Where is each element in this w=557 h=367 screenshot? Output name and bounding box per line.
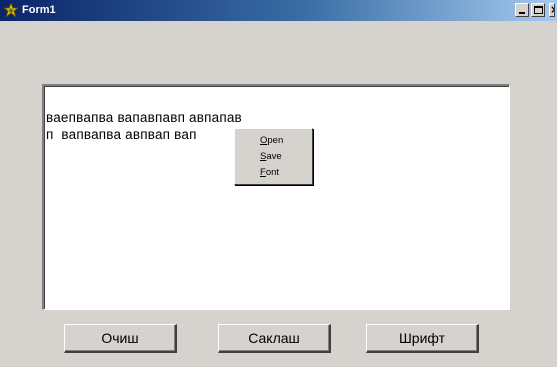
menu-item-font[interactable]: Font	[235, 165, 312, 181]
clear-button[interactable]: Очиш	[64, 324, 177, 353]
save-button[interactable]: Саклаш	[218, 324, 331, 353]
menu-item-open[interactable]: Open	[235, 133, 312, 149]
close-button[interactable]: ×	[549, 3, 555, 17]
window-title: Form1	[22, 4, 56, 16]
maximize-button[interactable]	[531, 3, 545, 17]
form-window: Form1 × ваепвапва вапавпавп авпапав п ва…	[0, 0, 557, 367]
close-icon: ×	[550, 4, 554, 16]
context-menu: Open Save Font	[234, 128, 313, 185]
minimize-icon	[519, 12, 525, 14]
memo-line-1: ваепвапва вапавпавп авпапав	[46, 110, 242, 125]
menu-item-save-label: ave	[266, 151, 282, 162]
menu-item-save[interactable]: Save	[235, 149, 312, 165]
app-icon[interactable]	[2, 1, 20, 19]
memo-line-2: п вапвапва авпвап вап	[46, 127, 197, 142]
minimize-button[interactable]	[515, 3, 529, 17]
title-bar-controls: ×	[515, 3, 557, 19]
menu-item-font-label: ont	[265, 167, 280, 178]
memo-text-area[interactable]: ваепвапва вапавпавп авпапав п вапвапва а…	[42, 84, 510, 310]
maximize-icon	[534, 6, 543, 14]
font-button[interactable]: Шрифт	[366, 324, 479, 353]
menu-item-open-label: pen	[267, 135, 284, 146]
title-bar[interactable]: Form1 ×	[0, 0, 557, 21]
